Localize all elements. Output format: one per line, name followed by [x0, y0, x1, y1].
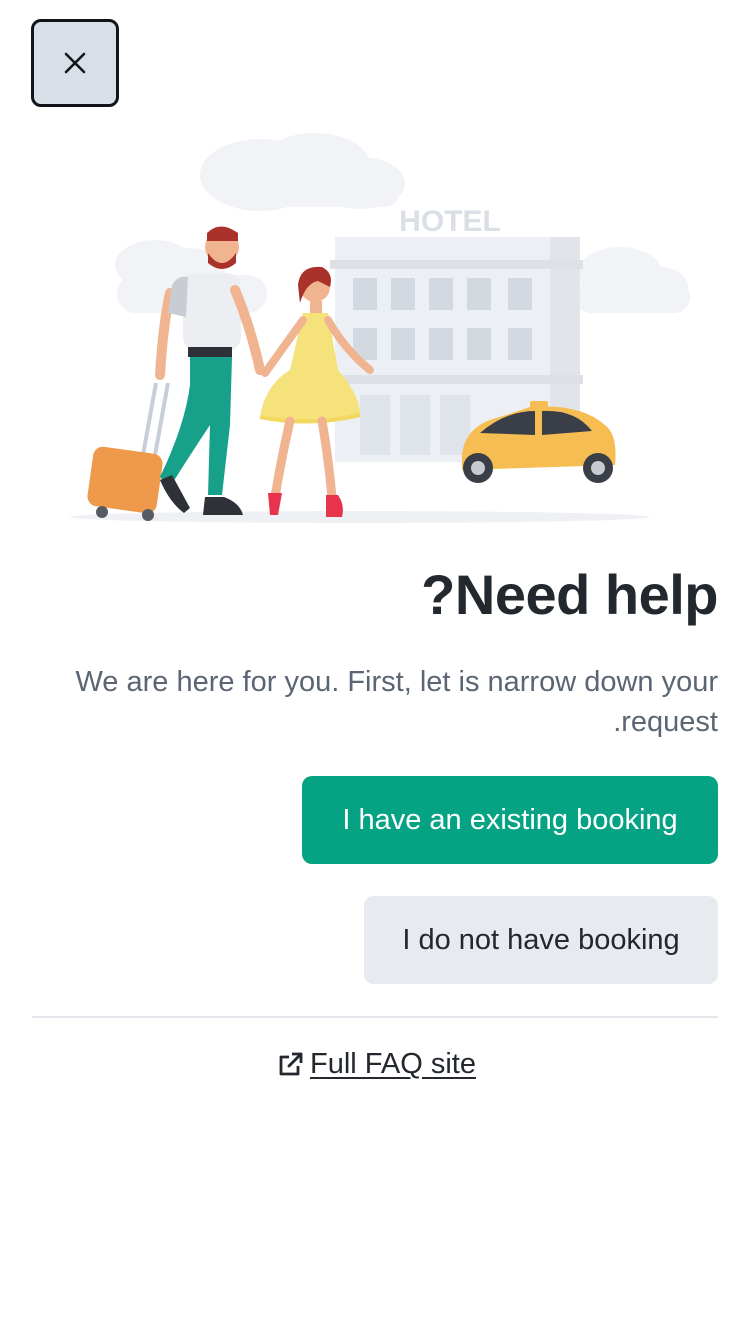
external-link-icon [279, 1052, 303, 1075]
subtitle-line-2: .request [613, 706, 718, 738]
travel-illustration: HOTEL [70, 133, 690, 523]
page-subtitle: We are here for you. First, let is narro… [32, 662, 718, 742]
existing-booking-button[interactable]: I have an existing booking [302, 776, 718, 864]
hotel-sign: HOTEL [399, 205, 501, 238]
no-booking-button[interactable]: I do not have booking [364, 896, 718, 984]
suitcase [87, 382, 170, 521]
page-title: ?Need help [421, 563, 718, 626]
close-button[interactable] [31, 19, 119, 107]
divider [32, 1016, 718, 1018]
help-screen: HOTEL ?Need help We are here for you. Fi… [0, 0, 750, 1334]
faq-link-label: Full FAQ site [310, 1048, 476, 1080]
close-icon [64, 52, 86, 74]
faq-link[interactable]: Full FAQ site [0, 1048, 750, 1081]
subtitle-line-1: We are here for you. First, let is narro… [75, 666, 718, 698]
